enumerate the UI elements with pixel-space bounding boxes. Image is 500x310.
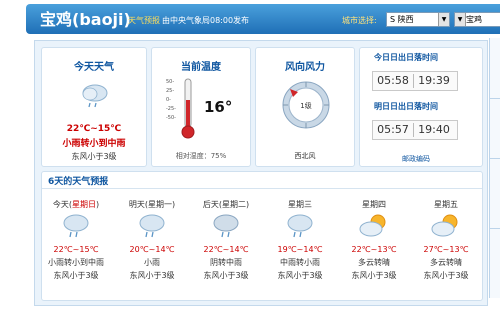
forecast-day-0: 今天(星期日) 22℃~15℃ 小雨转小到中雨 东风小于3级 bbox=[40, 198, 112, 282]
day-wind: 东风小于3级 bbox=[53, 271, 99, 280]
wind-panel: 风向风力 1级 西北风 bbox=[255, 47, 355, 167]
tomorrow-sun-times: 05:57 19:40 bbox=[372, 120, 458, 140]
today-sunset: 19:39 bbox=[418, 74, 450, 87]
today-wind: 东风小于3级 bbox=[71, 152, 117, 161]
humidity: 相对湿度：75% bbox=[175, 152, 227, 160]
day-name: 今天(星期日) bbox=[40, 198, 112, 211]
city-select[interactable]: B 宝鸡 ▼ bbox=[454, 12, 500, 27]
forecast-day-5: 星期五 27℃~13℃ 多云转晴 东风小于3级 bbox=[410, 198, 482, 282]
publish-source: 由中央气象局08:00发布 bbox=[162, 16, 250, 25]
right-edge-strip bbox=[489, 38, 500, 298]
day-wind: 东风小于3级 bbox=[203, 271, 249, 280]
day-name-part: 今天( bbox=[52, 200, 72, 209]
cloud-rain-icon bbox=[190, 213, 262, 241]
today-weather-desc: 小雨转小到中雨 bbox=[62, 139, 126, 149]
divider bbox=[490, 228, 500, 229]
header-bar: 宝鸡(baoji) 天气预报 由中央气象局08:00发布 城市选择: S 陕西 … bbox=[26, 4, 500, 34]
sun-cloud-icon bbox=[338, 213, 410, 241]
province-select[interactable]: S 陕西 ▼ bbox=[386, 12, 450, 27]
day-desc: 多云转晴 bbox=[358, 258, 390, 267]
day-temp: 19℃~14℃ bbox=[277, 245, 323, 254]
sun-times-panel: 今日日出日落时间 05:58 19:39 明日日出日落时间 05:57 19:40 … bbox=[359, 47, 483, 167]
day-desc: 小雨转小到中雨 bbox=[48, 258, 104, 267]
sun-cloud-icon bbox=[410, 213, 482, 241]
scale-tick: 25- bbox=[166, 88, 175, 94]
day-wind: 东风小于3级 bbox=[351, 271, 397, 280]
day-name: 星期三 bbox=[288, 200, 312, 209]
province-select-value: S 陕西 bbox=[390, 15, 414, 24]
day-temp: 22℃~14℃ bbox=[203, 245, 249, 254]
day-name: 星期四 bbox=[362, 200, 386, 209]
day-wind: 东风小于3级 bbox=[129, 271, 175, 280]
forecast-label: 天气预报 bbox=[128, 16, 160, 25]
tomorrow-sunset: 19:40 bbox=[418, 123, 450, 136]
light-rain-cloud-icon bbox=[80, 82, 110, 113]
forecast-day-2: 后天(星期二) 22℃~14℃ 阴转中雨 东风小于3级 bbox=[190, 198, 262, 282]
current-temp-value: 16° bbox=[204, 98, 233, 116]
forecast-day-3: 星期三 19℃~14℃ 中雨转小雨 东风小于3级 bbox=[264, 198, 336, 282]
wind-direction: 西北风 bbox=[294, 152, 316, 160]
scale-tick: 50- bbox=[166, 79, 175, 85]
today-sun-title: 今日日出日落时间 bbox=[374, 53, 438, 62]
day-temp: 20℃~14℃ bbox=[129, 245, 175, 254]
thermometer-scale: 50- 25- 0- -25- -50- bbox=[166, 78, 176, 123]
forecast-divider bbox=[42, 188, 482, 189]
day-temp: 22℃~15℃ bbox=[53, 245, 99, 254]
day-name: 星期五 bbox=[434, 200, 458, 209]
scale-tick: -50- bbox=[166, 115, 176, 121]
chevron-down-icon[interactable]: ▼ bbox=[455, 13, 466, 26]
day-wind: 东风小于3级 bbox=[277, 271, 323, 280]
day-desc: 多云转晴 bbox=[430, 258, 462, 267]
day-name: 后天(星期二) bbox=[202, 200, 250, 209]
current-temp-panel: 当前温度 50- 25- 0- -25- -50- 16° 相对湿度：75% bbox=[151, 47, 251, 167]
scale-tick: 0- bbox=[166, 97, 171, 103]
forecast-day-4: 星期四 22℃~13℃ 多云转晴 东风小于3级 bbox=[338, 198, 410, 282]
thermometer-icon bbox=[180, 78, 196, 143]
chevron-down-icon[interactable]: ▼ bbox=[438, 13, 449, 26]
today-sunrise: 05:58 bbox=[377, 74, 409, 87]
tomorrow-sun-title: 明日日出日落时间 bbox=[374, 102, 438, 111]
forecast-title: 6天的天气预报 bbox=[48, 177, 109, 187]
tomorrow-sunrise: 05:57 bbox=[377, 123, 409, 136]
postcode-link[interactable]: 邮政编码 bbox=[402, 154, 430, 164]
day-wind: 东风小于3级 bbox=[423, 271, 469, 280]
rain-cloud-icon bbox=[264, 213, 336, 241]
city-select-label: 城市选择: bbox=[342, 16, 377, 25]
divider bbox=[490, 98, 500, 99]
day-name-highlight: 星期日 bbox=[72, 200, 96, 209]
today-weather-title: 今天天气 bbox=[74, 62, 114, 73]
day-desc: 小雨 bbox=[144, 258, 160, 267]
wind-level: 1级 bbox=[300, 102, 312, 110]
wind-title: 风向风力 bbox=[285, 62, 325, 73]
day-desc: 阴转中雨 bbox=[210, 258, 242, 267]
day-temp: 22℃~13℃ bbox=[351, 245, 397, 254]
today-temp-range: 22℃~15℃ bbox=[66, 124, 122, 134]
today-weather-panel: 今天天气 22℃~15℃ 小雨转小到中雨 东风小于3级 bbox=[41, 47, 147, 167]
day-temp: 27℃~13℃ bbox=[423, 245, 469, 254]
day-desc: 中雨转小雨 bbox=[280, 258, 320, 267]
today-sun-times: 05:58 19:39 bbox=[372, 71, 458, 91]
rain-cloud-icon bbox=[116, 213, 188, 241]
day-name-part: ) bbox=[96, 200, 100, 209]
divider bbox=[490, 158, 500, 159]
current-temp-title: 当前温度 bbox=[181, 62, 221, 73]
scale-tick: -25- bbox=[166, 106, 176, 112]
rain-cloud-icon bbox=[40, 213, 112, 241]
forecast-day-1: 明天(星期一) 20℃~14℃ 小雨 东风小于3级 bbox=[116, 198, 188, 282]
city-title: 宝鸡(baoji) bbox=[40, 10, 131, 29]
day-name: 明天(星期一) bbox=[128, 200, 176, 209]
